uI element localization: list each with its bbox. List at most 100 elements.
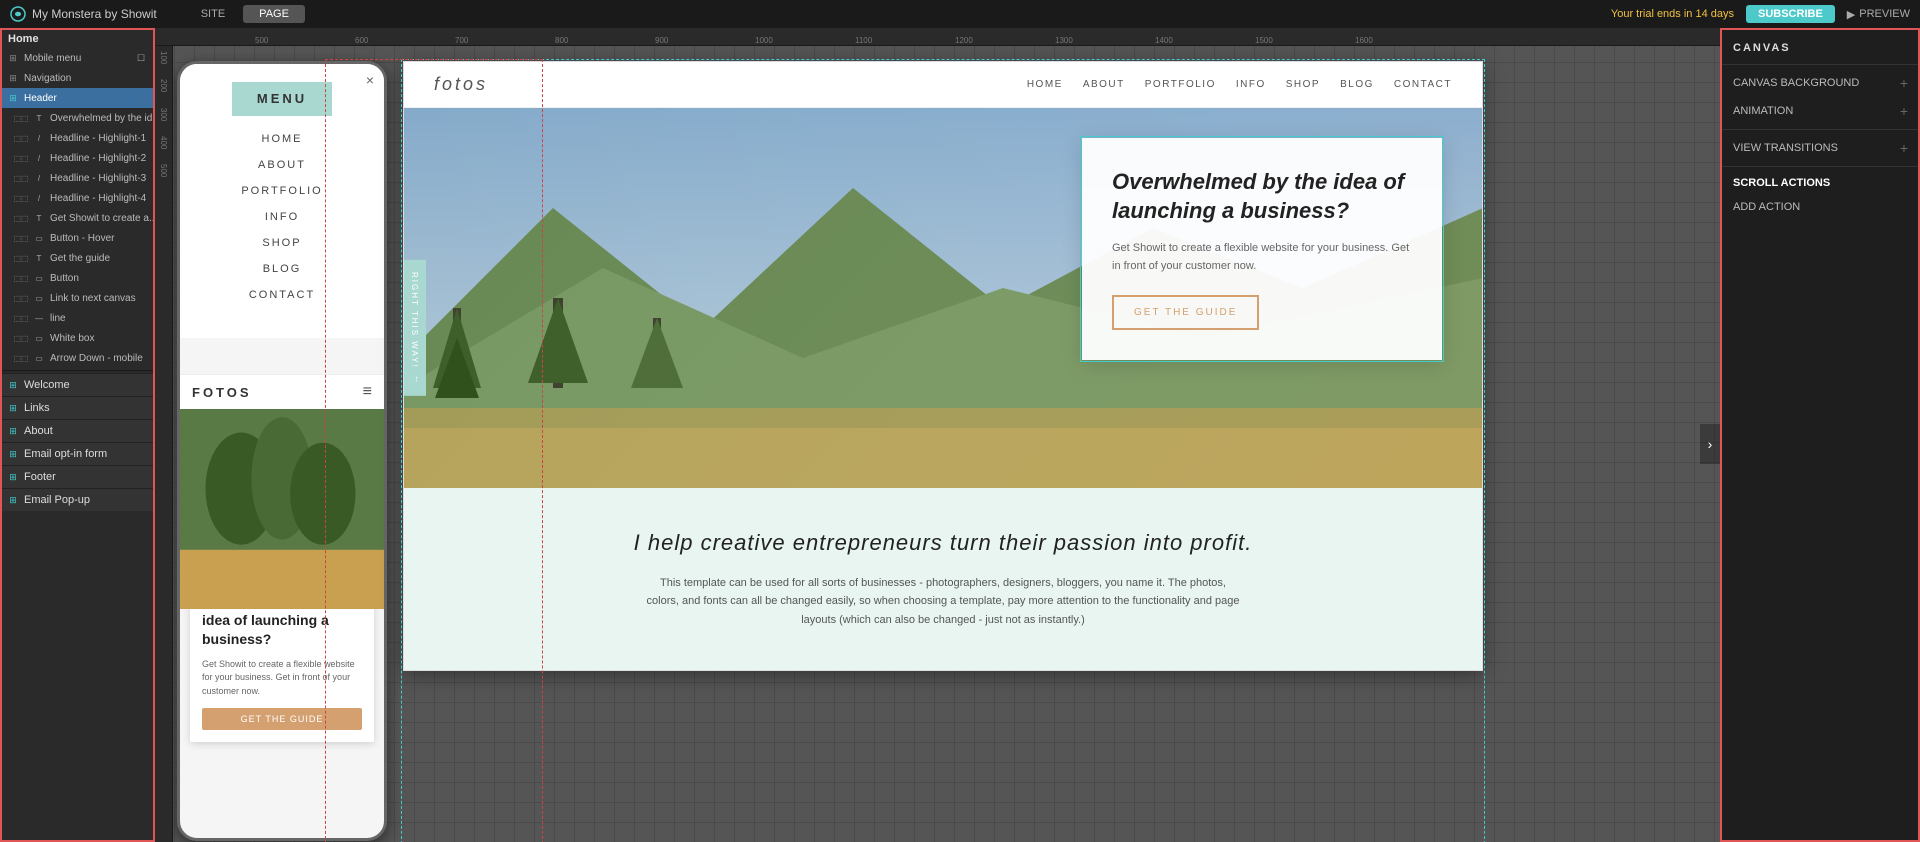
- canvas-next-arrow[interactable]: ›: [1700, 424, 1720, 464]
- desktop-nav-blog[interactable]: BLOG: [1340, 79, 1374, 90]
- sidebar-tab-arrow: →: [410, 373, 420, 384]
- slash-icon4: /: [32, 191, 46, 205]
- scroll-actions-label: SCROLL ACTIONS: [1733, 177, 1830, 189]
- desktop-hero-content: Get Showit to create a flexible website …: [1112, 240, 1412, 275]
- sidebar-item-link-next[interactable]: ⬚⬚ ▭ Link to next canvas: [0, 288, 154, 308]
- sidebar-item-label: Get Showit to create a...: [50, 213, 154, 224]
- sidebar-item-hl2[interactable]: ⬚⬚ / Headline - Highlight-2: [0, 148, 154, 168]
- mobile-hamburger-icon[interactable]: ≡: [363, 383, 372, 401]
- sidebar-item-label: Headline - Highlight-3: [50, 173, 146, 184]
- hero-illustration: [180, 409, 384, 609]
- view-transitions-item[interactable]: VIEW TRANSITIONS +: [1721, 134, 1920, 162]
- subscribe-button[interactable]: SUBSCRIBE: [1746, 5, 1835, 23]
- slash-icon3: /: [32, 171, 46, 185]
- divider-r2: [1721, 129, 1920, 130]
- sidebar-item-label: Headline - Highlight-4: [50, 193, 146, 204]
- add-action-item[interactable]: ADD ACTION: [1721, 195, 1920, 219]
- view-transitions-plus-icon[interactable]: +: [1900, 140, 1908, 156]
- sidebar-item-hl3[interactable]: ⬚⬚ / Headline - Highlight-3: [0, 168, 154, 188]
- desktop-cta-button[interactable]: GET THE GUIDE: [1112, 295, 1259, 330]
- preview-button[interactable]: ▶ PREVIEW: [1847, 8, 1910, 21]
- sidebar-item-hl1[interactable]: ⬚⬚ / Headline - Highlight-1: [0, 128, 154, 148]
- mobile-nav-blog[interactable]: BLOG: [180, 256, 384, 282]
- sidebar-item-about[interactable]: ⊞ About: [0, 419, 154, 442]
- desktop-nav-contact[interactable]: CONTACT: [1394, 79, 1452, 90]
- canvas-bg-plus-icon[interactable]: +: [1900, 75, 1908, 91]
- mobile-nav-shop[interactable]: SHOP: [180, 230, 384, 256]
- sidebar-item-overwhelmed[interactable]: ⬚⬚ T Overwhelmed by the id...: [0, 108, 154, 128]
- animation-plus-icon[interactable]: +: [1900, 103, 1908, 119]
- animation-item[interactable]: ANIMATION +: [1721, 97, 1920, 125]
- canvas-background-item[interactable]: CANVAS BACKGROUND +: [1721, 69, 1920, 97]
- mobile-nav-about[interactable]: ABOUT: [180, 152, 384, 178]
- desktop-nav-about[interactable]: ABOUT: [1083, 79, 1125, 90]
- desktop-nav-portfolio[interactable]: PORTFOLIO: [1145, 79, 1216, 90]
- scroll-actions-item[interactable]: SCROLL ACTIONS: [1721, 171, 1920, 195]
- divider-r1: [1721, 64, 1920, 65]
- sidebar-item-arrow-down[interactable]: ⬚⬚ ▭ Arrow Down - mobile: [0, 348, 154, 368]
- mobile-nav-home[interactable]: HOME: [180, 126, 384, 152]
- sidebar-item-mobile-menu[interactable]: ⊞ Mobile menu ☐: [0, 48, 154, 68]
- sidebar-item-button[interactable]: ⬚⬚ ▭ Button: [0, 268, 154, 288]
- sidebar-item-line[interactable]: ⬚⬚ — line: [0, 308, 154, 328]
- mobile-nav-contact[interactable]: CONTACT: [180, 282, 384, 308]
- mobile-cta-button[interactable]: GET THE GUIDE: [202, 708, 362, 730]
- sidebar-item-get-showit[interactable]: ⬚⬚ T Get Showit to create a...: [0, 208, 154, 228]
- canvas-bg-label: CANVAS BACKGROUND: [1733, 77, 1859, 89]
- desktop-nav-home[interactable]: HOME: [1027, 79, 1063, 90]
- ruler-v-mark: 500: [159, 164, 168, 177]
- sidebar-item-get-guide[interactable]: ⬚⬚ T Get the guide: [0, 248, 154, 268]
- slash-icon: /: [32, 131, 46, 145]
- mobile-preview-panel: × MENU HOME ABOUT PORTFOLIO INFO SHOP BL…: [177, 61, 387, 841]
- desktop-hero: → RIGHT THIS WAY! Overwhelmed by the ide…: [404, 108, 1482, 488]
- mobile-nav-info[interactable]: INFO: [180, 204, 384, 230]
- desktop-mobile-icon: ⬚⬚: [14, 111, 28, 125]
- sidebar-tab-text: RIGHT THIS WAY!: [411, 272, 420, 369]
- ruler-mark: 500: [255, 36, 268, 45]
- sidebar-item-email-popup[interactable]: ⊞ Email Pop-up: [0, 488, 154, 511]
- ruler-mark: 800: [555, 36, 568, 45]
- sidebar-item-hl4[interactable]: ⬚⬚ / Headline - Highlight-4: [0, 188, 154, 208]
- desktop-nav-shop[interactable]: SHOP: [1286, 79, 1320, 90]
- tab-page[interactable]: PAGE: [243, 5, 305, 23]
- canvas-section-header[interactable]: CANVAS: [1721, 36, 1920, 60]
- sidebar-item-label: Button: [50, 273, 79, 284]
- sidebar-item-footer[interactable]: ⊞ Footer: [0, 465, 154, 488]
- text-icon2: T: [32, 211, 46, 225]
- sidebar-item-white-box[interactable]: ⬚⬚ ▭ White box: [0, 328, 154, 348]
- sidebar-item-label: About: [24, 425, 53, 437]
- sidebar-item-welcome[interactable]: ⊞ Welcome: [0, 373, 154, 396]
- desktop-sidebar-tab[interactable]: → RIGHT THIS WAY!: [404, 260, 426, 396]
- sidebar-item-label: Link to next canvas: [50, 293, 136, 304]
- sidebar-item-email-opt-in[interactable]: ⊞ Email opt-in form: [0, 442, 154, 465]
- desktop-nav: fotos HOME ABOUT PORTFOLIO INFO SHOP BLO…: [404, 62, 1482, 108]
- mobile-menu-brand: MENU: [257, 91, 307, 106]
- sidebar-item-button-hover[interactable]: ⬚⬚ ▭ Button - Hover: [0, 228, 154, 248]
- app-logo: My Monstera by Showit: [10, 6, 157, 22]
- topbar-left: My Monstera by Showit SITE PAGE: [10, 5, 305, 23]
- icons: ⬚⬚: [14, 131, 28, 145]
- canvas-content[interactable]: 100 200 300 400 500 › × MENU: [155, 46, 1720, 842]
- sidebar-item-links[interactable]: ⊞ Links: [0, 396, 154, 419]
- desktop-section2: I help creative entrepreneurs turn their…: [404, 488, 1482, 670]
- mobile-close-button[interactable]: ×: [366, 72, 374, 88]
- desktop-content-box: Overwhelmed by the idea of launching a b…: [1082, 138, 1442, 360]
- desktop-nav-info[interactable]: INFO: [1236, 79, 1266, 90]
- logo-icon: [10, 6, 26, 22]
- sidebar-item-label: Header: [24, 93, 57, 104]
- mobile-menu-items: HOME ABOUT PORTFOLIO INFO SHOP BLOG CONT…: [180, 126, 384, 308]
- ruler-v-mark: 300: [159, 108, 168, 121]
- ruler-mark: 900: [655, 36, 668, 45]
- mobile-nav-portfolio[interactable]: PORTFOLIO: [180, 178, 384, 204]
- grid-icon-a: ⊞: [6, 424, 20, 438]
- topbar-right: Your trial ends in 14 days SUBSCRIBE ▶ P…: [1611, 5, 1910, 23]
- ruler-mark: 1200: [955, 36, 973, 45]
- tab-site[interactable]: SITE: [185, 5, 241, 23]
- ruler-marks: 500 600 700 800 900 1000 1100 1200 1300 …: [155, 28, 1720, 45]
- canvas-area: 500 600 700 800 900 1000 1100 1200 1300 …: [155, 28, 1720, 842]
- preview-icon: ▶: [1847, 8, 1855, 21]
- ruler-v-mark: 200: [159, 79, 168, 92]
- sidebar-item-header[interactable]: ⊞ Header ···: [0, 88, 154, 108]
- sidebar-item-navigation[interactable]: ⊞ Navigation: [0, 68, 154, 88]
- title-line2: launching a business?: [1112, 198, 1349, 223]
